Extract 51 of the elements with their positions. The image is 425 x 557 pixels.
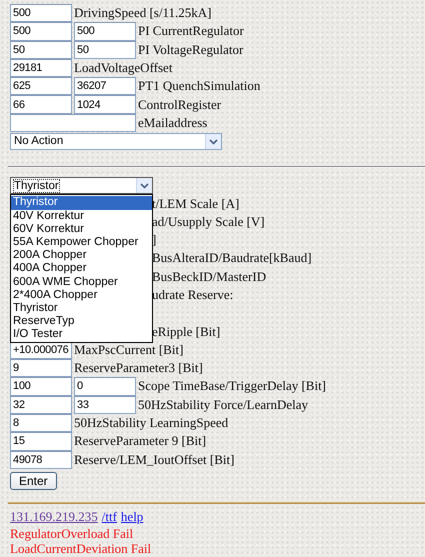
- status-message: RegulatorOverload Fail: [10, 526, 134, 541]
- input-field[interactable]: 500: [10, 4, 72, 22]
- parameter-label: Scope TimeBase/TriggerDelay [Bit]: [138, 378, 326, 394]
- input-field[interactable]: [10, 114, 136, 132]
- caret-icon: [136, 178, 152, 194]
- parameter-label: Reserve/LEM_IoutOffset [Bit]: [74, 452, 234, 468]
- parameter-label: eMailaddress: [138, 114, 208, 131]
- input-field[interactable]: 66: [10, 95, 72, 114]
- input-field[interactable]: 625: [10, 77, 72, 96]
- input-field[interactable]: 49078: [10, 450, 72, 469]
- parameter-label: LoadVoltageOffset: [74, 60, 172, 76]
- input-field[interactable]: 0: [74, 377, 136, 396]
- input-field[interactable]: 500: [10, 22, 72, 41]
- input-field[interactable]: 50: [10, 40, 72, 59]
- input-field[interactable]: 8: [10, 414, 72, 432]
- input-field[interactable]: 100: [10, 377, 72, 396]
- caret-icon: [205, 134, 221, 149]
- input-field[interactable]: 29181: [10, 58, 72, 78]
- parameter-label: 50HzStability LearningSpeed: [74, 415, 228, 432]
- parameter-label: ReserveParameter 9 [Bit]: [74, 433, 206, 450]
- action-dropdown[interactable]: No Action: [10, 132, 222, 150]
- type-dropdown[interactable]: Thyristor: [10, 177, 153, 194]
- parameter-label: PI CurrentRegulator: [138, 23, 244, 40]
- parameter-label: PI VoltageRegulator: [138, 42, 244, 58]
- input-field[interactable]: 32: [10, 396, 72, 414]
- input-field[interactable]: 15: [10, 432, 72, 451]
- link[interactable]: 131.169.219.235: [10, 508, 98, 524]
- parameter-label: eRipple [Bit]: [152, 324, 220, 340]
- parameter-label: ReserveParameter3 [Bit]: [74, 360, 203, 376]
- input-field[interactable]: 9: [10, 359, 72, 378]
- status-message: LoadCurrentDeviation Fail: [10, 540, 152, 556]
- input-field[interactable]: 1024: [74, 95, 136, 114]
- parameter-label: BusAlteraID/Baudrate[kBaud]: [152, 250, 312, 266]
- parameter-label: ControlRegister: [138, 96, 222, 113]
- parameter-label: PT1 QuenchSimulation: [138, 78, 260, 94]
- parameter-label: udrate Reserve:: [152, 287, 234, 303]
- link[interactable]: /ttf: [102, 508, 117, 524]
- parameter-label: MaxPscCurrent [Bit]: [74, 342, 184, 358]
- input-field[interactable]: 36207: [74, 77, 136, 96]
- link[interactable]: help: [120, 508, 144, 524]
- input-field[interactable]: 50: [74, 40, 136, 59]
- dropdown-option[interactable]: Thyristor: [11, 196, 152, 210]
- enter-button[interactable]: Enter: [10, 472, 57, 490]
- parameter-label: 50HzStability Force/LearnDelay: [138, 396, 308, 413]
- parameter-label: ]: [152, 232, 156, 248]
- parameter-label: ad/Usupply Scale [V]: [152, 214, 265, 230]
- parameter-label: t/LEM Scale [A]: [152, 196, 240, 212]
- input-field[interactable]: 33: [74, 396, 136, 414]
- parameter-label: BusBeckID/MasterID: [152, 268, 266, 285]
- input-field[interactable]: 500: [74, 22, 136, 41]
- parameter-label: DrivingSpeed [s/11.25kA]: [74, 5, 212, 22]
